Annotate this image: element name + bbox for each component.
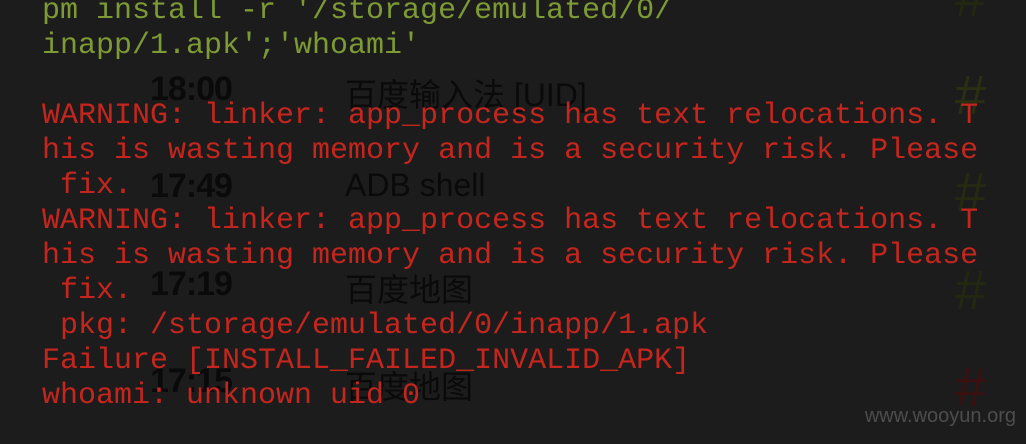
command-line: inapp/1.apk';'whoami' <box>42 29 421 63</box>
terminal-output: pm install -r '/storage/emulated/0/inapp… <box>42 0 978 414</box>
output-line: whoami: unknown uid 0 <box>42 379 421 413</box>
output-line: fix. <box>42 169 133 203</box>
output-line: WARNING: linker: app_process has text re… <box>42 204 979 238</box>
output-line: his is wasting memory and is a security … <box>42 239 979 273</box>
output-line: his is wasting memory and is a security … <box>42 134 979 168</box>
output-line: fix. <box>42 274 133 308</box>
watermark: www.wooyun.org <box>864 405 1016 427</box>
command-line: pm install -r '/storage/emulated/0/ <box>42 0 673 28</box>
output-line: pkg: /storage/emulated/0/inapp/1.apk <box>42 309 709 343</box>
output-line: WARNING: linker: app_process has text re… <box>42 99 979 133</box>
output-line: Failure [INSTALL_FAILED_INVALID_APK] <box>42 344 691 378</box>
